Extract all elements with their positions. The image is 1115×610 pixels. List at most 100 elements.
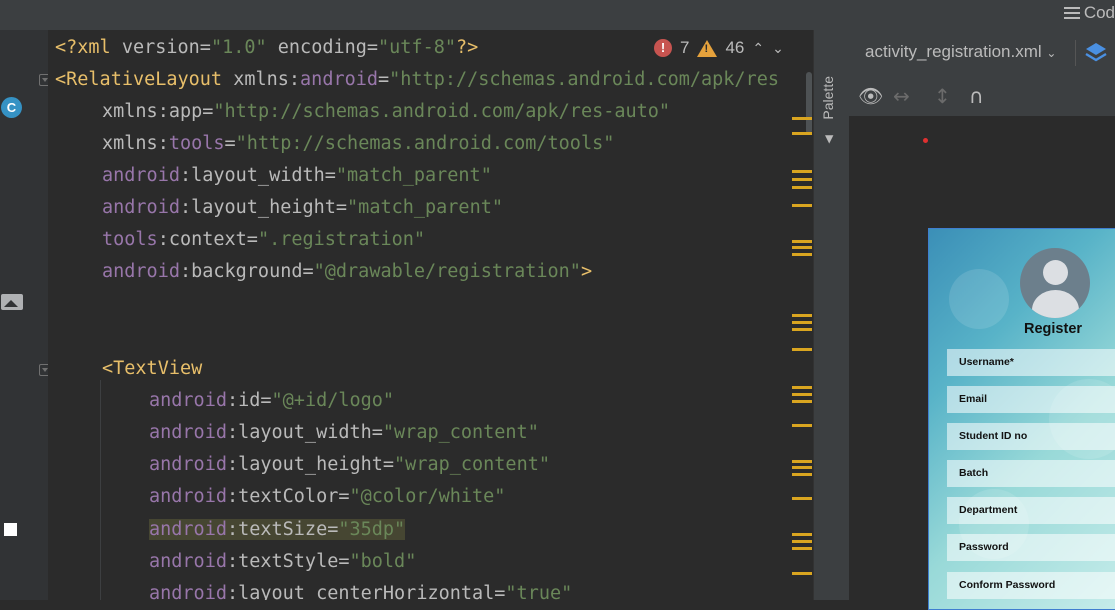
inspection-widget[interactable]: ! 7 ! 46 ⌃ ⌄ [650,38,788,58]
image-icon[interactable] [1,294,23,310]
code-line[interactable]: <TextView [102,354,202,384]
code-token: android [300,69,379,90]
color-swatch-icon[interactable] [4,523,17,536]
scrollbar-thumb[interactable] [806,72,812,134]
scroll-marker[interactable] [792,386,812,389]
code-token: :context= [157,229,258,250]
code-token: "match_parent" [347,197,503,218]
scroll-marker[interactable] [792,466,812,469]
code-token: ".registration" [257,229,426,250]
code-token: android [149,583,227,600]
scroll-marker[interactable] [792,314,812,317]
code-token: android [149,390,227,411]
code-token: :layout_centerHorizontal= [226,583,506,600]
code-token: :layout_width= [179,165,336,186]
palette-tab[interactable]: Palette ▼ [813,30,849,600]
code-line[interactable]: <?xml version="1.0" encoding="utf-8"?> [55,33,478,63]
preview-input-field[interactable]: Password [947,534,1115,561]
code-line[interactable]: android:layout_width="match_parent" [102,161,492,191]
design-tools: 👁 ↔ ↕ ∩ [849,76,1115,116]
scroll-marker[interactable] [792,170,812,173]
error-count: 7 [680,38,690,57]
avatar-icon [1020,248,1090,318]
scroll-marker[interactable] [792,132,812,135]
scroll-marker[interactable] [792,533,812,536]
code-token: xmlns: [233,69,301,90]
preview-input-field[interactable]: Department [947,497,1115,524]
code-token: android [149,519,227,540]
scroll-marker[interactable] [792,328,812,331]
code-line[interactable]: xmlns:app="http://schemas.android.com/ap… [102,97,670,127]
code-token: "@color/white" [349,486,506,507]
file-selector[interactable]: activity_registration.xml ⌄ [865,42,1056,62]
design-canvas[interactable]: Register Username* Email Student ID no Batc… [849,116,1115,610]
code-view-toggle[interactable]: Cod [1063,3,1115,23]
code-token: <RelativeLayout [55,69,234,90]
preview-input-field[interactable]: Batch [947,460,1115,487]
code-line[interactable]: xmlns:tools="http://schemas.android.com/… [102,129,614,159]
code-token: <TextView [102,358,203,379]
scroll-marker[interactable] [792,246,812,249]
phone-preview[interactable]: Register Username* Email Student ID no Batc… [928,228,1115,610]
code-view-label: Cod [1083,3,1115,22]
scroll-marker[interactable] [792,117,812,120]
scroll-marker[interactable] [792,186,812,189]
horizontal-arrows-icon[interactable]: ↔ [893,84,910,108]
scroll-marker[interactable] [792,393,812,396]
scroll-marker[interactable] [792,473,812,476]
code-token: tools [168,133,225,154]
preview-input-field[interactable]: Conform Password [947,572,1115,599]
scroll-marker[interactable] [792,240,812,243]
preview-input-field[interactable]: Student ID no [947,423,1115,450]
scroll-marker[interactable] [792,348,812,351]
warning-count: 46 [725,38,745,57]
scroll-marker[interactable] [792,547,812,550]
top-toolbar: Cod [0,0,1115,30]
hamburger-icon [1063,7,1080,19]
code-line[interactable]: android:layout_centerHorizontal="true" [149,579,572,600]
scroll-marker[interactable] [792,572,812,575]
code-editor[interactable]: <?xml version="1.0" encoding="utf-8"?> <R… [48,30,812,600]
magnet-off-icon[interactable]: ∩ [969,84,984,108]
warning-icon: ! [697,39,718,57]
scroll-marker[interactable] [792,178,812,181]
code-token: :layout_height= [226,454,395,475]
code-token: :textSize= [226,519,339,540]
chevron-down-icon[interactable]: ⌄ [772,40,784,57]
eye-icon[interactable]: 👁 [858,84,883,108]
code-line[interactable]: <RelativeLayout xmlns:android="http://sc… [55,65,779,95]
code-line[interactable]: tools:context=".registration" [102,225,425,255]
file-name-label: activity_registration.xml [865,42,1042,61]
class-icon[interactable]: C [1,97,22,118]
scroll-marker[interactable] [792,204,812,207]
scroll-marker[interactable] [792,321,812,324]
layers-icon[interactable] [1085,41,1107,63]
scroll-marker[interactable] [792,400,812,403]
scroll-marker[interactable] [792,460,812,463]
code-line[interactable]: android:layout_width="wrap_content" [149,418,539,448]
code-line[interactable]: android:textSize="35dp" [149,515,406,545]
scroll-marker[interactable] [792,497,812,500]
error-icon: ! [654,39,672,57]
code-token: "utf-8" [378,37,456,58]
palette-label: Palette [820,76,836,120]
scroll-marker[interactable] [792,540,812,543]
code-line[interactable]: android:id="@+id/logo" [149,386,394,416]
indent-guide [100,380,101,600]
code-token: "true" [505,583,573,600]
preview-input-field[interactable]: Email [947,386,1115,413]
register-title: Register [1024,321,1083,337]
code-line[interactable]: android:layout_height="match_parent" [102,193,503,223]
vertical-arrows-icon[interactable]: ↕ [934,84,951,108]
palette-icon: ▼ [825,131,834,147]
code-line[interactable]: android:layout_height="wrap_content" [149,450,550,480]
preview-input-field[interactable]: Username* [947,349,1115,376]
code-line[interactable]: android:textStyle="bold" [149,547,416,577]
code-line[interactable]: android:background="@drawable/registrati… [102,257,592,287]
chevron-up-icon[interactable]: ⌃ [752,40,764,57]
scroll-marker[interactable] [792,424,812,427]
code-token: tools [102,229,158,250]
code-line[interactable]: android:textColor="@color/white" [149,482,505,512]
code-token: android [149,486,227,507]
scroll-marker[interactable] [792,253,812,256]
